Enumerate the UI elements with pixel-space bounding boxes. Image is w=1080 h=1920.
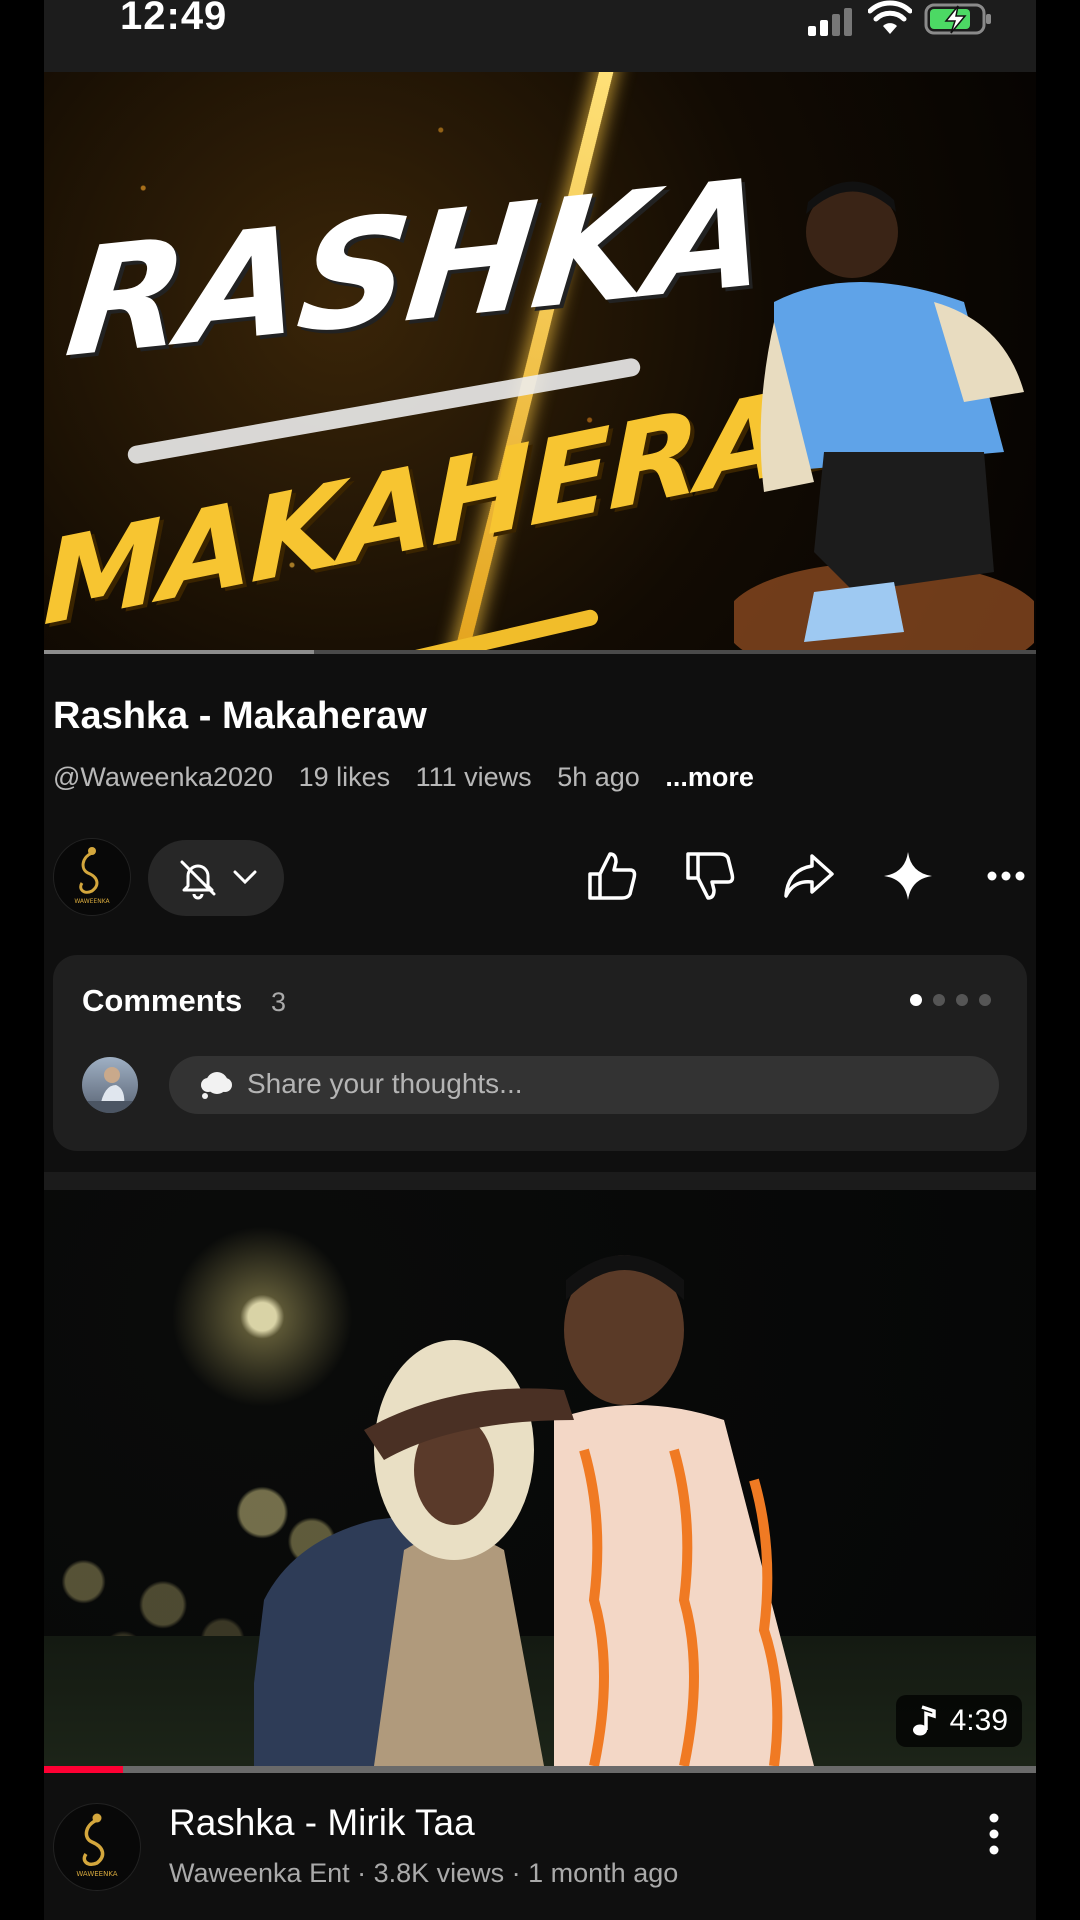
- next-video-thumbnail[interactable]: 4:39: [44, 1190, 1036, 1766]
- user-photo: [82, 1067, 138, 1113]
- kebab-menu-icon[interactable]: [982, 1812, 1006, 1856]
- thought-bubble-icon: [201, 1072, 232, 1099]
- dislike-icon[interactable]: [682, 848, 738, 904]
- next-channel-avatar[interactable]: WAWEENKA: [53, 1803, 141, 1891]
- channel-handle[interactable]: @Waweenka2020: [53, 762, 273, 792]
- page-dot-active: [910, 994, 922, 1006]
- page-dot: [979, 994, 991, 1006]
- watch-progress-fill: [44, 1766, 124, 1773]
- channel-avatar[interactable]: WAWEENKA: [53, 838, 131, 916]
- couple-photo: [254, 1255, 814, 1766]
- action-bar: WAWEENKA: [44, 838, 1036, 918]
- video-meta: @Waweenka2020 19 likes 111 views 5h ago …: [53, 762, 772, 793]
- more-options-icon[interactable]: [978, 848, 1034, 904]
- views-count: 111 views: [415, 762, 532, 792]
- comments-card[interactable]: Comments 3 Share your thoughts...: [53, 955, 1027, 1151]
- section-divider: [44, 1172, 1036, 1190]
- comments-count: 3: [271, 987, 287, 1017]
- current-video-player[interactable]: RASHKA MAKAHERAW: [44, 72, 1036, 652]
- duration-badge: 4:39: [895, 1695, 1022, 1747]
- cellular-signal-icon: [808, 8, 852, 36]
- upload-age: 5h ago: [557, 762, 640, 792]
- channel-logo-text: WAWEENKA: [74, 898, 110, 905]
- channel-logo-text: WAWEENKA: [76, 1870, 117, 1878]
- more-button[interactable]: ...more: [665, 762, 754, 792]
- video-title: Rashka - Makaheraw: [53, 695, 427, 737]
- notification-bell-button[interactable]: [148, 840, 284, 916]
- page-dot: [933, 994, 945, 1006]
- share-icon[interactable]: [780, 848, 836, 904]
- like-icon[interactable]: [584, 848, 640, 904]
- chevron-down-icon: [233, 870, 257, 885]
- comment-input[interactable]: Share your thoughts...: [169, 1056, 999, 1114]
- comments-page-dots: [899, 993, 991, 1011]
- next-video-watch-progress: [44, 1766, 1036, 1773]
- page-dot: [956, 994, 968, 1006]
- comment-placeholder: Share your thoughts...: [247, 1068, 523, 1099]
- status-time: 12:49: [120, 0, 228, 38]
- battery-charging-icon: [924, 3, 991, 35]
- music-note-icon: [912, 1705, 936, 1736]
- status-bar: 12:49: [44, 0, 1036, 72]
- next-video-title[interactable]: Rashka - Mirik Taa: [169, 1802, 475, 1844]
- current-video-progress[interactable]: [44, 650, 1036, 654]
- app-frame: 12:49 RASHKA MAKAHERAW Rashka - Makahera…: [44, 0, 1036, 1920]
- user-avatar: [82, 1057, 138, 1113]
- sparkle-icon[interactable]: [880, 848, 936, 904]
- bell-off-icon: [180, 860, 216, 900]
- duration-text: 4:39: [949, 1704, 1008, 1737]
- likes-count: 19 likes: [298, 762, 391, 792]
- comments-title: Comments: [82, 983, 243, 1018]
- next-video-meta: Waweenka Ent · 3.8K views · 1 month ago: [169, 1858, 679, 1888]
- wifi-icon: [868, 0, 912, 34]
- progress-fill: [44, 650, 314, 654]
- channel-logo-icon: WAWEENKA: [76, 1813, 118, 1878]
- artist-photo: [734, 181, 1034, 652]
- channel-logo-icon: WAWEENKA: [74, 847, 111, 905]
